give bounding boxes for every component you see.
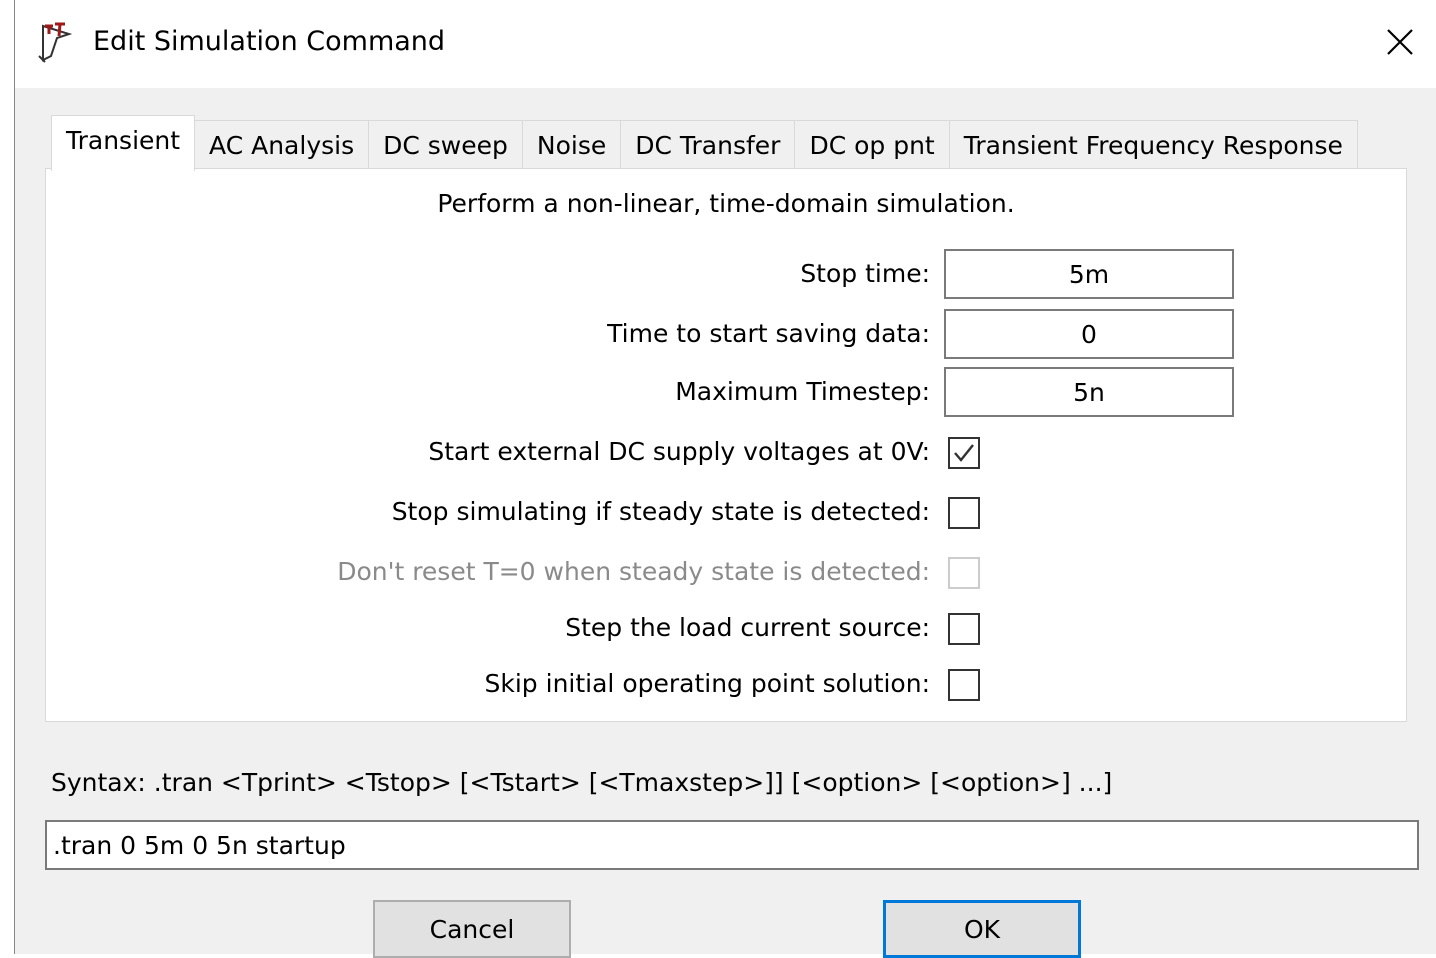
start-saving-input[interactable] (944, 309, 1234, 359)
syntax-text: Syntax: .tran <Tprint> <Tstop> [<Tstart>… (51, 768, 1113, 797)
stop-steady-state-checkbox[interactable] (948, 497, 980, 529)
dont-reset-t0-label: Don't reset T=0 when steady state is det… (337, 557, 930, 586)
tab-noise[interactable]: Noise (521, 120, 622, 170)
max-timestep-label: Maximum Timestep: (675, 377, 930, 406)
tab-ac-analysis[interactable]: AC Analysis (194, 120, 370, 170)
stop-time-input[interactable] (944, 249, 1234, 299)
ltspice-logo-icon (35, 20, 79, 64)
analysis-description: Perform a non-linear, time-domain simula… (437, 189, 1015, 218)
dont-reset-t0-checkbox (948, 557, 980, 589)
tab-transient[interactable]: Transient (51, 115, 196, 171)
skip-initial-op-label: Skip initial operating point solution: (484, 669, 930, 698)
tab-transient-frequency-response[interactable]: Transient Frequency Response (948, 120, 1358, 170)
max-timestep-input[interactable] (944, 367, 1234, 417)
transient-panel: Perform a non-linear, time-domain simula… (45, 168, 1407, 722)
stop-steady-state-label: Stop simulating if steady state is detec… (391, 497, 930, 526)
command-input[interactable] (45, 820, 1419, 870)
skip-initial-op-checkbox[interactable] (948, 669, 980, 701)
close-button[interactable] (1372, 14, 1428, 70)
analysis-tabs: Transient AC Analysis DC sweep Noise DC … (51, 114, 1358, 171)
title-bar: Edit Simulation Command (15, 0, 1436, 88)
close-icon (1387, 29, 1413, 55)
edit-simulation-command-dialog: Edit Simulation Command Transient AC Ana… (14, 0, 1436, 958)
tab-dc-transfer[interactable]: DC Transfer (620, 120, 796, 170)
ok-button[interactable]: OK (883, 900, 1081, 958)
step-load-current-label: Step the load current source: (565, 613, 930, 642)
cancel-button[interactable]: Cancel (373, 900, 571, 958)
start-saving-label: Time to start saving data: (607, 319, 930, 348)
check-icon (954, 444, 974, 462)
step-load-current-checkbox[interactable] (948, 613, 980, 645)
start-dc-supply-checkbox[interactable] (948, 437, 980, 469)
stop-time-label: Stop time: (800, 259, 930, 288)
tab-dc-op-pnt[interactable]: DC op pnt (794, 120, 950, 170)
start-dc-supply-label: Start external DC supply voltages at 0V: (428, 437, 930, 466)
dialog-title: Edit Simulation Command (93, 26, 446, 57)
tab-dc-sweep[interactable]: DC sweep (368, 120, 523, 170)
